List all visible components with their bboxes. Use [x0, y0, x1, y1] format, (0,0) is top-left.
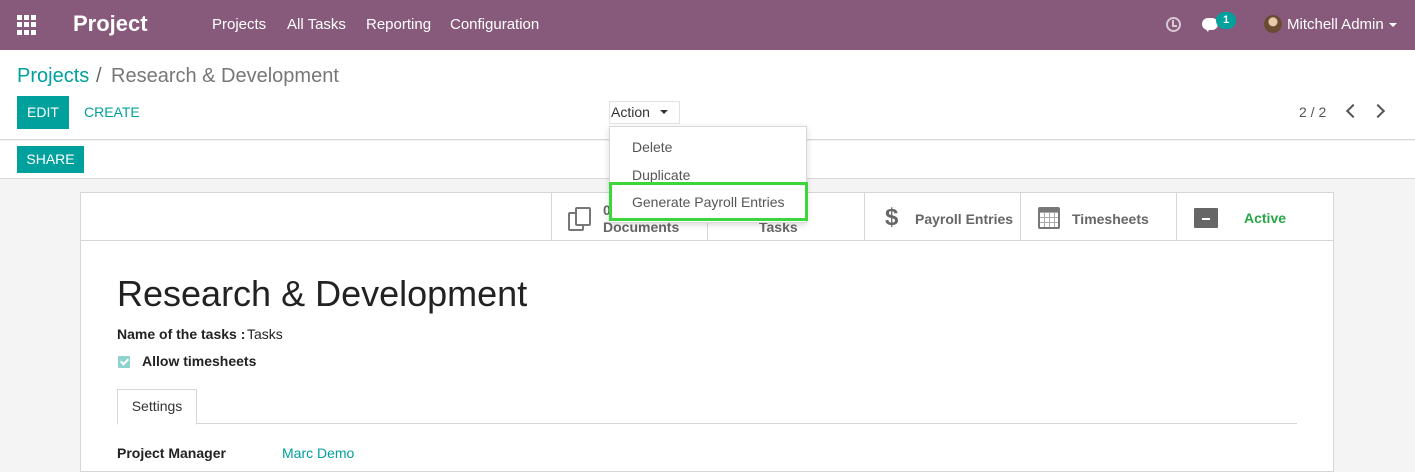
dollar-icon: $ [885, 204, 899, 231]
tab-settings[interactable]: Settings [117, 389, 197, 425]
menu-item-delete[interactable]: Delete [632, 139, 672, 155]
user-avatar[interactable] [1264, 15, 1282, 33]
menu-projects[interactable]: Projects [212, 16, 266, 33]
documents-icon [568, 207, 591, 231]
highlight-box [609, 182, 808, 221]
active-label: Active [1244, 210, 1287, 226]
edit-button[interactable]: EDIT [17, 96, 69, 129]
menu-configuration[interactable]: Configuration [450, 16, 539, 33]
calendar-icon [1038, 207, 1060, 229]
caret-down-icon [660, 110, 668, 114]
payroll-label: Payroll Entries [915, 211, 1014, 227]
project-manager-value[interactable]: Marc Demo [282, 445, 354, 461]
timesheets-stat-button[interactable]: Timesheets [1020, 193, 1177, 241]
notebook-tabs: Settings [117, 389, 1297, 425]
record-title: Research & Development [117, 273, 528, 314]
chevron-left-icon[interactable] [1345, 103, 1361, 119]
action-dropdown-button[interactable]: Action [609, 101, 680, 124]
form-sheet: 0 Documents Tasks $ Payroll Entries Time… [80, 192, 1334, 472]
create-button[interactable]: CREATE [84, 96, 140, 129]
share-button[interactable]: SHARE [17, 146, 84, 173]
app-title: Project [73, 11, 148, 36]
payroll-stat-button[interactable]: $ Payroll Entries [864, 193, 1021, 241]
project-manager-label: Project Manager [117, 445, 226, 461]
user-menu[interactable]: Mitchell Admin [1287, 16, 1384, 33]
tasks-name-value[interactable]: Tasks [247, 326, 283, 342]
allow-timesheets-checkbox[interactable] [118, 356, 130, 368]
active-toggle-button[interactable]: Active [1176, 193, 1333, 241]
menu-reporting[interactable]: Reporting [366, 16, 431, 33]
breadcrumb-projects[interactable]: Projects [17, 65, 89, 88]
apps-grid-icon[interactable] [17, 15, 37, 35]
pager-value[interactable]: 2 / 2 [1299, 104, 1326, 120]
breadcrumb-separator: / [96, 65, 102, 87]
timesheets-label: Timesheets [1072, 211, 1149, 227]
tasks-name-label: Name of the tasks : [117, 326, 246, 342]
allow-timesheets-label: Allow timesheets [142, 353, 257, 369]
menu-item-duplicate[interactable]: Duplicate [632, 167, 690, 183]
breadcrumb-current: Research & Development [111, 65, 339, 87]
top-navbar: Project Projects All Tasks Reporting Con… [0, 0, 1415, 50]
archive-icon [1194, 208, 1218, 228]
menu-all-tasks[interactable]: All Tasks [287, 16, 346, 33]
chevron-down-icon[interactable] [1389, 23, 1397, 27]
action-label: Action [611, 104, 650, 120]
chat-count-badge: 1 [1216, 12, 1236, 29]
activity-clock-icon[interactable] [1166, 17, 1181, 32]
chevron-right-icon[interactable] [1370, 103, 1386, 119]
